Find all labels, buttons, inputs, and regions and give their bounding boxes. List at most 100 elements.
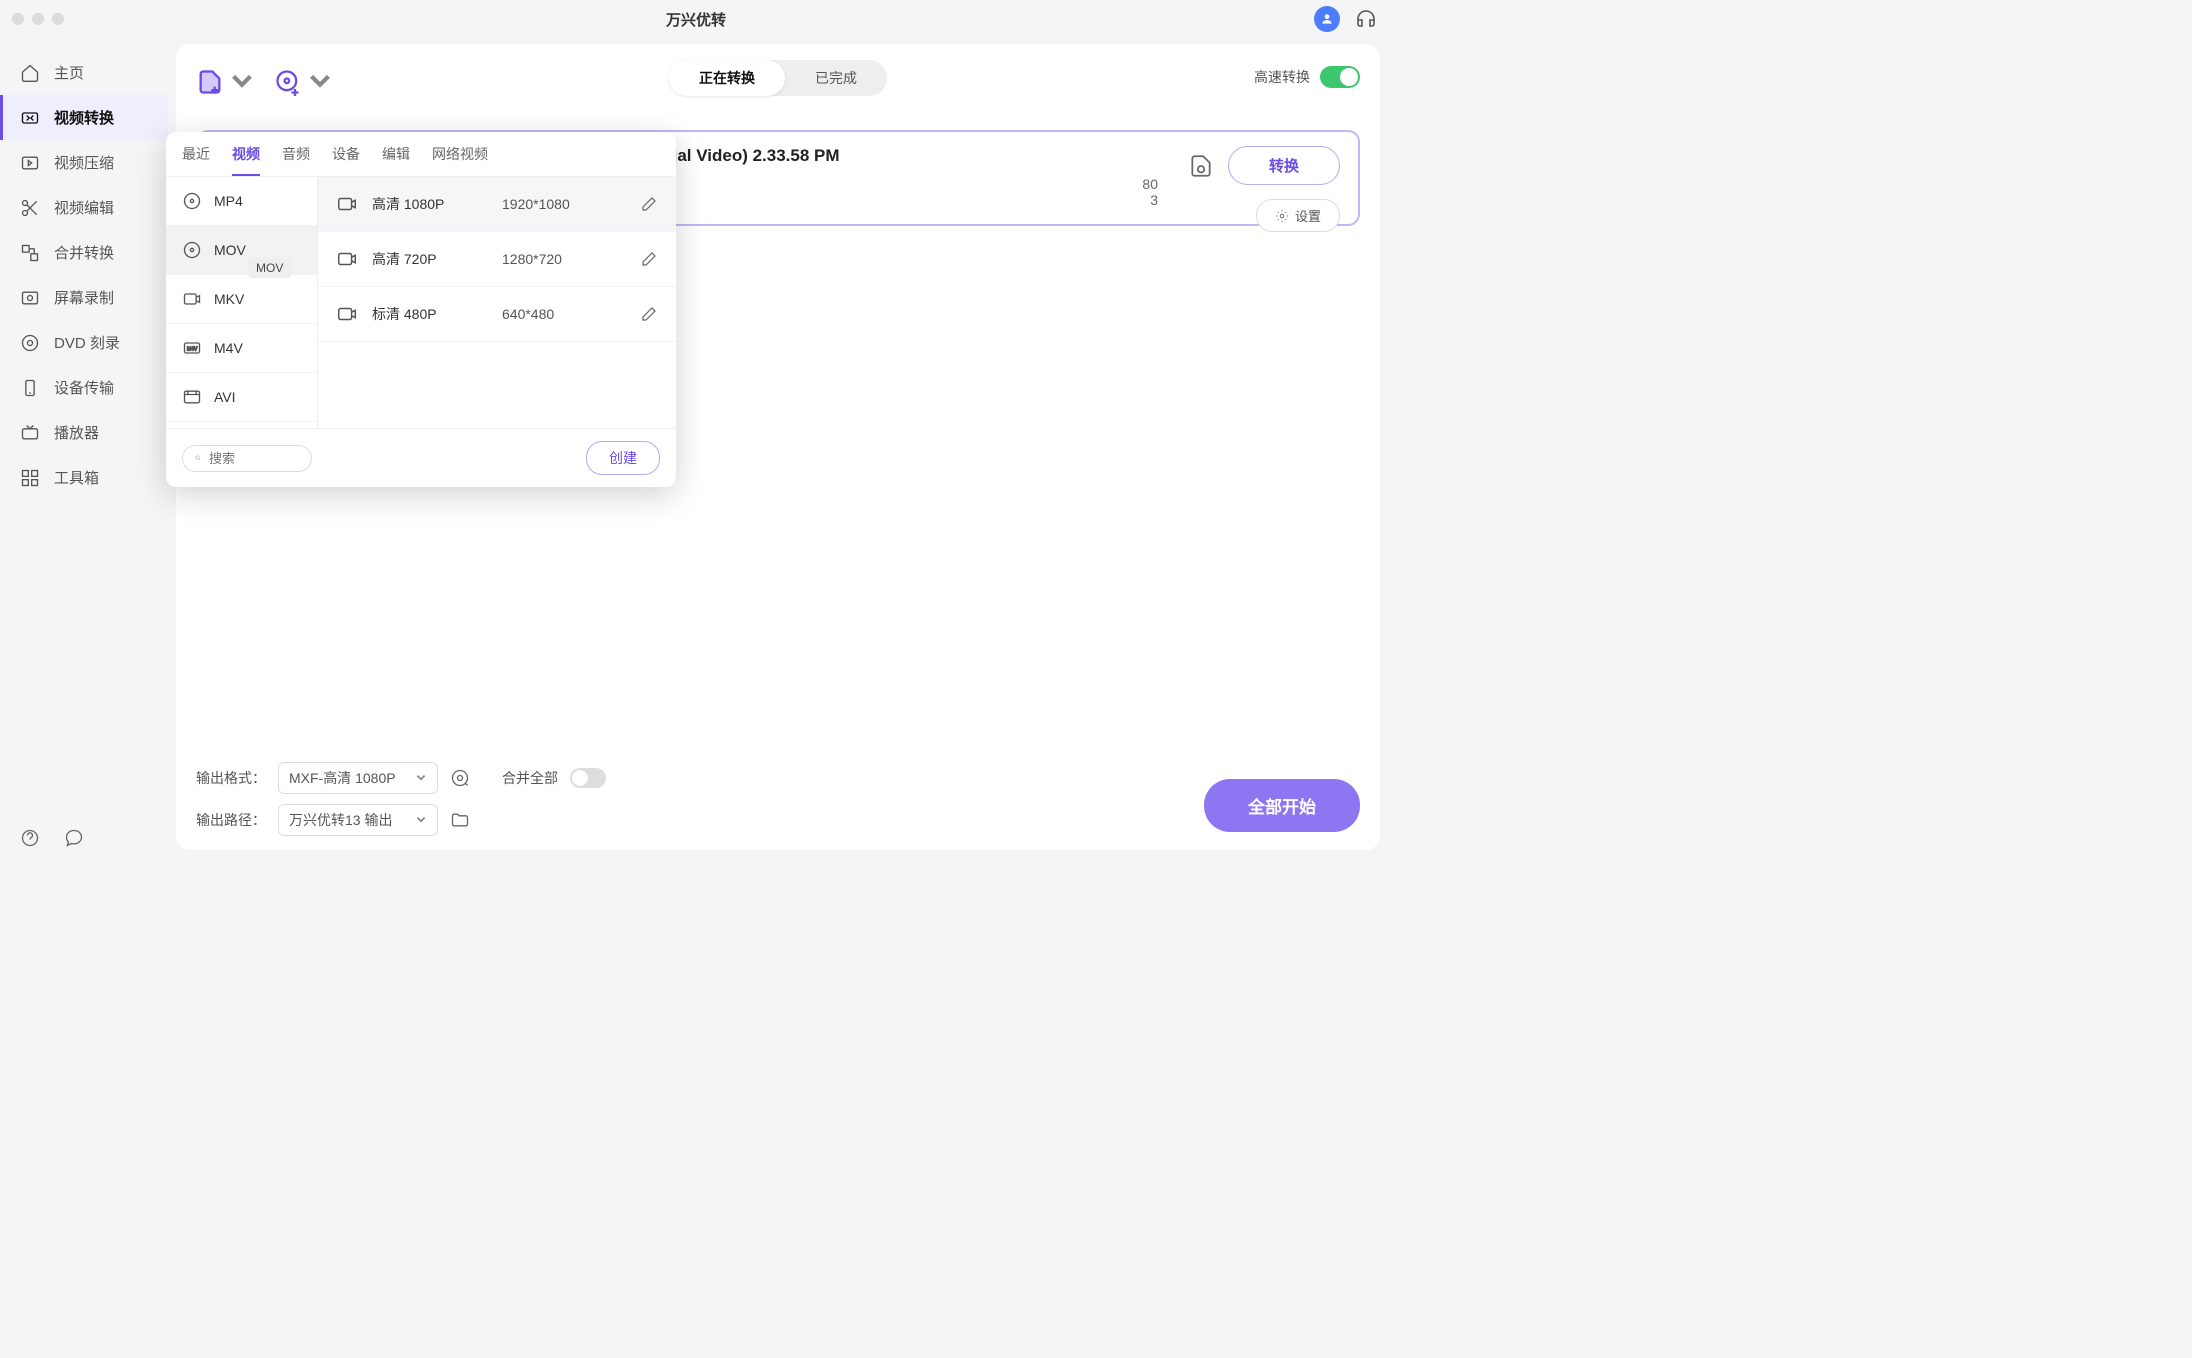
resolution-list: 高清 1080P 1920*1080 高清 720P 1280*720 标清 4… [318,177,676,428]
format-mov[interactable]: MOV MOV [166,226,317,275]
resolution-1080p[interactable]: 高清 1080P 1920*1080 [318,177,676,232]
output-path-label: 输出路径： [196,810,266,830]
video-icon [182,289,202,309]
grid-icon [20,468,40,488]
sidebar-item-label: 工具箱 [54,467,99,488]
tv-icon [20,423,40,443]
svg-text:M4V: M4V [187,347,198,353]
support-icon[interactable] [1354,7,1378,31]
format-popover: 最近 视频 音频 设备 编辑 网络视频 MP4 MOV MOV MKV M4V … [166,132,676,487]
create-button[interactable]: 创建 [586,441,660,475]
video-icon [336,248,358,270]
edit-icon[interactable] [640,250,658,268]
app-title: 万兴优转 [666,9,726,30]
resolution-480p[interactable]: 标清 480P 640*480 [318,287,676,342]
help-icon[interactable] [20,828,40,848]
chevron-down-icon [306,68,334,96]
merge-all-switch[interactable] [570,768,606,788]
format-mkv[interactable]: MKV [166,275,317,324]
high-speed-label: 高速转换 [1254,67,1310,87]
search-input[interactable] [209,451,299,466]
home-icon [20,63,40,83]
output-format-select[interactable]: MXF-高清 1080P [278,762,438,794]
popover-tab-video[interactable]: 视频 [232,144,260,176]
add-disc-button[interactable] [274,68,334,96]
sidebar-item-label: 视频转换 [54,107,114,128]
m4v-icon: M4V [182,338,202,358]
bottom-bar: 输出格式： MXF-高清 1080P 合并全部 输出路径： 万兴优转13 输出 [196,762,1360,836]
file-settings-icon[interactable] [1188,153,1214,179]
sidebar-item-player[interactable]: 播放器 [0,410,168,455]
film-icon [182,387,202,407]
compress-icon [20,153,40,173]
edit-icon[interactable] [640,305,658,323]
convert-button[interactable]: 转换 [1228,146,1340,185]
sidebar-item-label: 视频编辑 [54,197,114,218]
gear-icon [1275,209,1289,223]
sidebar-item-record[interactable]: 屏幕录制 [0,275,168,320]
sidebar-item-label: 主页 [54,62,84,83]
scissors-icon [20,198,40,218]
resolution-720p[interactable]: 高清 720P 1280*720 [318,232,676,287]
disc-icon [182,191,202,211]
popover-tab-recent[interactable]: 最近 [182,144,210,176]
convert-icon [20,108,40,128]
sidebar: 主页 视频转换 视频压缩 视频编辑 合并转换 屏幕录制 DVD 刻录 设备传输 … [0,38,168,862]
popover-tab-audio[interactable]: 音频 [282,144,310,176]
add-file-button[interactable] [196,68,256,96]
sidebar-item-label: DVD 刻录 [54,332,120,353]
feedback-icon[interactable] [64,828,84,848]
sidebar-item-dvd[interactable]: DVD 刻录 [0,320,168,365]
high-speed-toggle: 高速转换 [1254,66,1360,88]
popover-tab-web[interactable]: 网络视频 [432,144,488,176]
tab-converting[interactable]: 正在转换 [669,60,785,96]
sidebar-item-toolbox[interactable]: 工具箱 [0,455,168,500]
video-icon [336,193,358,215]
file-meta: 80 3 [1142,176,1158,208]
disc-icon [182,240,202,260]
account-avatar[interactable] [1314,6,1340,32]
sidebar-item-home[interactable]: 主页 [0,50,168,95]
sidebar-item-transfer[interactable]: 设备传输 [0,365,168,410]
format-hevc-mp4[interactable]: HEVC HEVC MP4 [166,422,317,428]
device-icon [20,378,40,398]
chevron-down-icon [415,814,427,826]
merge-icon [20,243,40,263]
sidebar-item-compress[interactable]: 视频压缩 [0,140,168,185]
traffic-lights[interactable] [12,13,64,25]
open-folder-icon[interactable] [450,810,470,830]
popover-tab-device[interactable]: 设备 [332,144,360,176]
video-icon [336,303,358,325]
sidebar-item-edit[interactable]: 视频编辑 [0,185,168,230]
sidebar-item-merge[interactable]: 合并转换 [0,230,168,275]
format-search[interactable] [182,445,312,472]
output-format-label: 输出格式： [196,768,266,788]
edit-icon[interactable] [640,195,658,213]
sidebar-item-label: 视频压缩 [54,152,114,173]
chevron-down-icon [228,68,256,96]
output-path-select[interactable]: 万兴优转13 输出 [278,804,438,836]
sidebar-item-video-convert[interactable]: 视频转换 [0,95,168,140]
record-icon [20,288,40,308]
sidebar-item-label: 设备传输 [54,377,114,398]
merge-all-label: 合并全部 [502,768,558,788]
disc-icon [20,333,40,353]
tab-completed[interactable]: 已完成 [785,60,887,96]
sidebar-item-label: 屏幕录制 [54,287,114,308]
output-settings-button[interactable]: 设置 [1256,199,1340,232]
format-info-icon[interactable] [450,768,470,788]
popover-tab-edit[interactable]: 编辑 [382,144,410,176]
sidebar-item-label: 合并转换 [54,242,114,263]
popover-tabs: 最近 视频 音频 设备 编辑 网络视频 [166,132,676,177]
segmented-control: 正在转换 已完成 [669,60,887,96]
high-speed-switch[interactable] [1320,66,1360,88]
format-mp4[interactable]: MP4 [166,177,317,226]
search-icon [195,451,201,465]
start-all-button[interactable]: 全部开始 [1204,779,1360,832]
chevron-down-icon [415,772,427,784]
format-avi[interactable]: AVI [166,373,317,422]
sidebar-item-label: 播放器 [54,422,99,443]
format-list: MP4 MOV MOV MKV M4V M4V AVI HEVC HEVC M [166,177,318,428]
titlebar: 万兴优转 [0,0,1392,38]
format-m4v[interactable]: M4V M4V [166,324,317,373]
